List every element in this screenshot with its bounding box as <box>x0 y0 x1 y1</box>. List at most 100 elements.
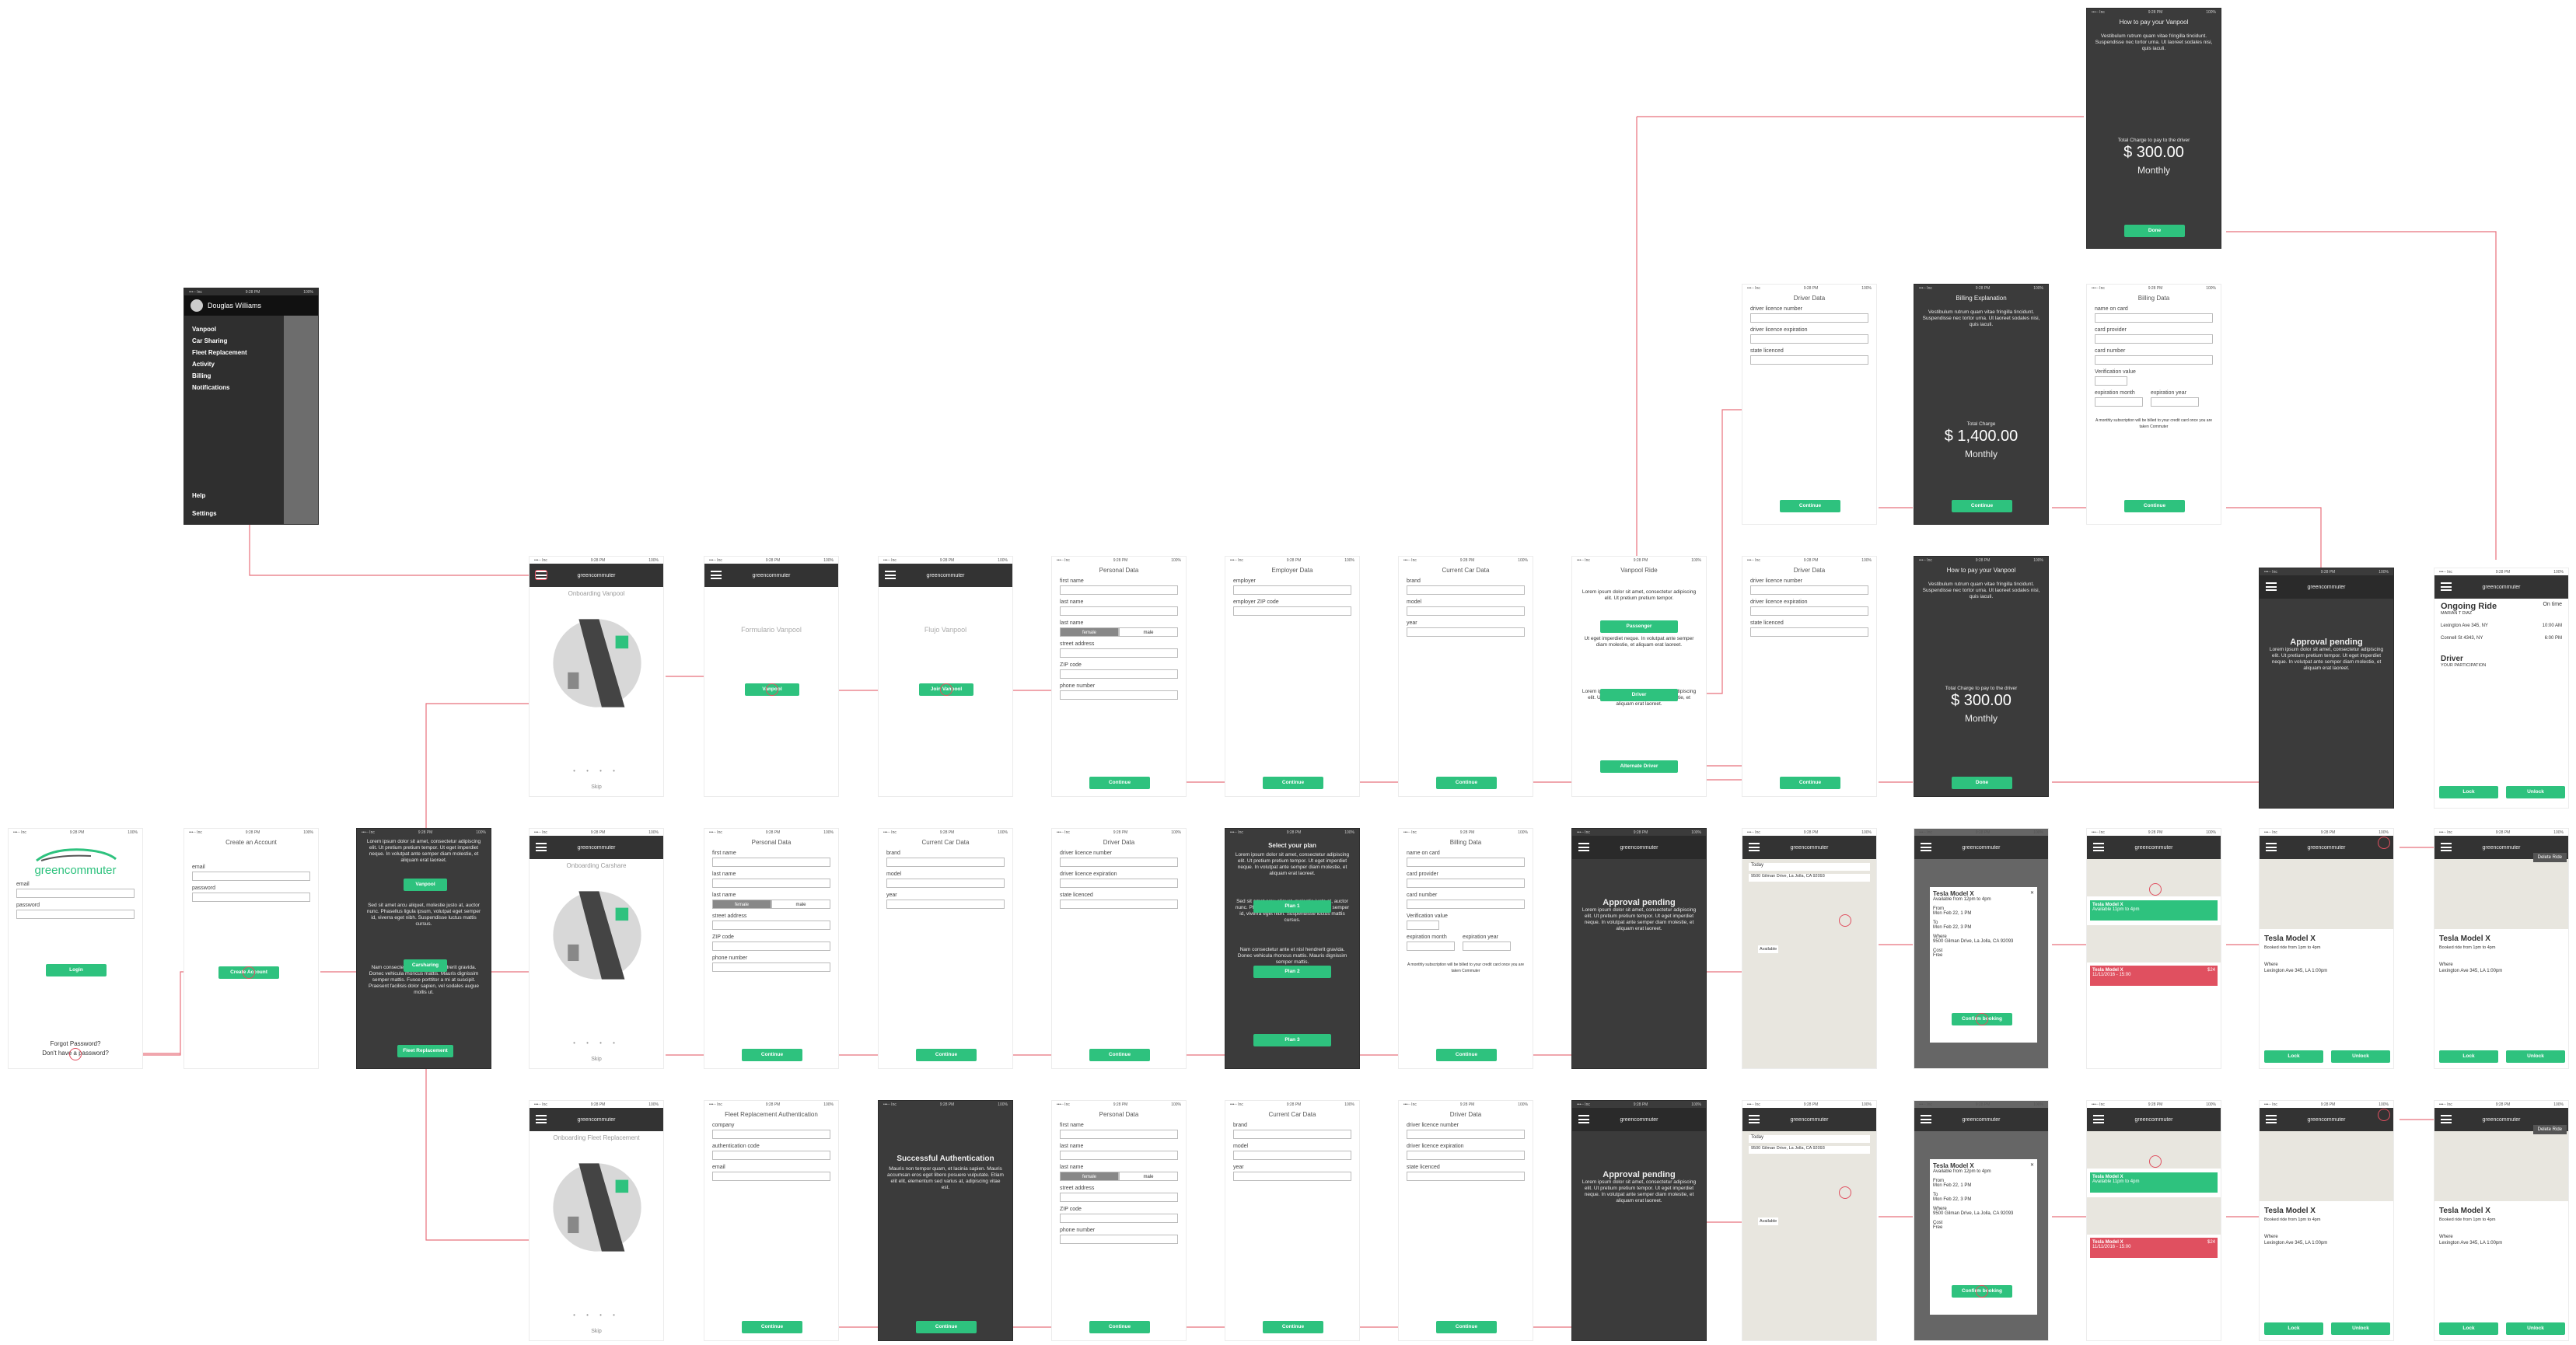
address-input[interactable]: 9500 Gilman Drive, La Jolla, CA 92093 <box>1749 874 1870 882</box>
verification-field[interactable] <box>2095 376 2127 386</box>
continue-button[interactable]: Continue <box>1263 1321 1323 1333</box>
continue-button[interactable]: Continue <box>2124 500 2185 512</box>
delete-ride-option[interactable]: Delete Ride <box>2532 1125 2567 1134</box>
licence-field[interactable] <box>1060 858 1178 867</box>
continue-button[interactable]: Continue <box>916 1321 977 1333</box>
menu-icon[interactable] <box>2441 843 2452 851</box>
card-name-field[interactable] <box>1407 858 1525 867</box>
menu-icon[interactable] <box>2266 582 2277 591</box>
continue-button[interactable]: Continue <box>916 1049 977 1061</box>
street-field[interactable] <box>1060 648 1178 658</box>
exp-year-field[interactable] <box>2151 397 2199 407</box>
exp-month-field[interactable] <box>1407 942 1455 951</box>
email-field[interactable] <box>192 872 310 881</box>
fleet-replacement-button[interactable]: Fleet Replacement <box>397 1045 453 1057</box>
male-option[interactable]: male <box>771 900 830 909</box>
driver-button[interactable]: Driver <box>1600 689 1678 701</box>
menu-icon[interactable] <box>1749 843 1760 851</box>
alert-booked[interactable]: Tesla Model X $24 11/11/2016 - 15:00 <box>2090 1238 2218 1258</box>
password-field[interactable] <box>16 910 135 919</box>
unlock-button[interactable]: Unlock <box>2506 786 2565 798</box>
last-name-field[interactable] <box>1060 606 1178 616</box>
continue-button[interactable]: Continue <box>1952 500 2012 512</box>
menu-icon[interactable] <box>1749 1115 1760 1123</box>
menu-icon[interactable] <box>711 571 722 579</box>
licence-field[interactable] <box>1750 313 1868 323</box>
done-button[interactable]: Done <box>2124 225 2185 237</box>
forgot-password-link[interactable]: Forgot Password? <box>9 1040 142 1047</box>
year-field[interactable] <box>1233 1172 1351 1181</box>
plan3-button[interactable]: Plan 3 <box>1253 1034 1331 1046</box>
street-field[interactable] <box>1060 1193 1178 1202</box>
menu-icon[interactable] <box>1921 1115 1931 1123</box>
route-map[interactable] <box>2087 1197 2221 1235</box>
skip-link[interactable]: Skip <box>530 1329 663 1334</box>
map-view[interactable] <box>2260 1131 2393 1201</box>
gender-toggle[interactable]: female male <box>712 900 830 909</box>
menu-icon[interactable] <box>2441 582 2452 591</box>
continue-button[interactable]: Continue <box>1089 777 1150 789</box>
card-number-field[interactable] <box>2095 355 2213 365</box>
lock-button[interactable]: Lock <box>2439 786 2498 798</box>
lock-button[interactable]: Lock <box>2439 1322 2498 1335</box>
expiration-field[interactable] <box>1407 1151 1525 1160</box>
zip-field[interactable] <box>712 942 830 951</box>
plan1-button[interactable]: Plan 1 <box>1253 900 1331 913</box>
map-view[interactable] <box>1742 859 1876 1068</box>
state-field[interactable] <box>1750 355 1868 365</box>
employer-zip-field[interactable] <box>1233 606 1351 616</box>
continue-button[interactable]: Continue <box>1089 1049 1150 1061</box>
date-input[interactable]: Today <box>1749 863 1870 871</box>
alert-available[interactable]: Tesla Model X Available 11pm to 4pm <box>2090 900 2218 921</box>
page-dots[interactable]: • • • • <box>530 767 663 774</box>
map-view[interactable] <box>2434 859 2568 929</box>
zip-field[interactable] <box>1060 1214 1178 1223</box>
last-name-field[interactable] <box>1060 1151 1178 1160</box>
menu-item-help[interactable]: Help <box>184 490 225 501</box>
continue-button[interactable]: Continue <box>742 1049 802 1061</box>
phone-field[interactable] <box>712 962 830 972</box>
expiration-field[interactable] <box>1060 879 1178 888</box>
year-field[interactable] <box>886 900 1005 909</box>
unlock-button[interactable]: Unlock <box>2331 1050 2390 1063</box>
gender-toggle[interactable]: female male <box>1060 627 1178 637</box>
lock-button[interactable]: Lock <box>2264 1322 2323 1335</box>
email-field[interactable] <box>16 889 135 898</box>
exp-year-field[interactable] <box>1463 942 1511 951</box>
menu-icon[interactable] <box>535 570 547 580</box>
menu-icon[interactable] <box>2093 1115 2104 1123</box>
female-option[interactable]: female <box>712 900 771 909</box>
address-input[interactable]: 9500 Gilman Drive, La Jolla, CA 92093 <box>1749 1146 1870 1154</box>
expiration-field[interactable] <box>1750 334 1868 344</box>
licence-field[interactable] <box>1407 1130 1525 1139</box>
menu-icon[interactable] <box>536 843 547 851</box>
card-number-field[interactable] <box>1407 900 1525 909</box>
lock-button[interactable]: Lock <box>2264 1050 2323 1063</box>
unlock-button[interactable]: Unlock <box>2506 1322 2565 1335</box>
plan2-button[interactable]: Plan 2 <box>1253 966 1331 978</box>
expiration-field[interactable] <box>1750 606 1868 616</box>
delete-ride-option[interactable]: Delete Ride <box>2532 853 2567 862</box>
page-dots[interactable]: • • • • <box>530 1039 663 1046</box>
menu-icon[interactable] <box>2441 1115 2452 1123</box>
brand-field[interactable] <box>886 858 1005 867</box>
login-button[interactable]: Login <box>46 964 107 976</box>
close-icon[interactable]: ✕ <box>2030 890 2034 897</box>
model-field[interactable] <box>1407 606 1525 616</box>
menu-icon[interactable] <box>1578 1115 1589 1123</box>
menu-icon[interactable] <box>536 1115 547 1123</box>
menu-icon[interactable] <box>2266 1115 2277 1123</box>
password-field[interactable] <box>192 893 310 902</box>
close-icon[interactable]: ✕ <box>2030 1162 2034 1169</box>
done-button[interactable]: Done <box>1952 777 2012 789</box>
map-view[interactable] <box>1742 1131 1876 1340</box>
unlock-button[interactable]: Unlock <box>2506 1050 2565 1063</box>
skip-link[interactable]: Skip <box>530 1057 663 1062</box>
card-provider-field[interactable] <box>1407 879 1525 888</box>
menu-icon[interactable] <box>2093 843 2104 851</box>
year-field[interactable] <box>1407 627 1525 637</box>
first-name-field[interactable] <box>1060 585 1178 595</box>
continue-button[interactable]: Continue <box>742 1321 802 1333</box>
card-provider-field[interactable] <box>2095 334 2213 344</box>
menu-icon[interactable] <box>1578 843 1589 851</box>
